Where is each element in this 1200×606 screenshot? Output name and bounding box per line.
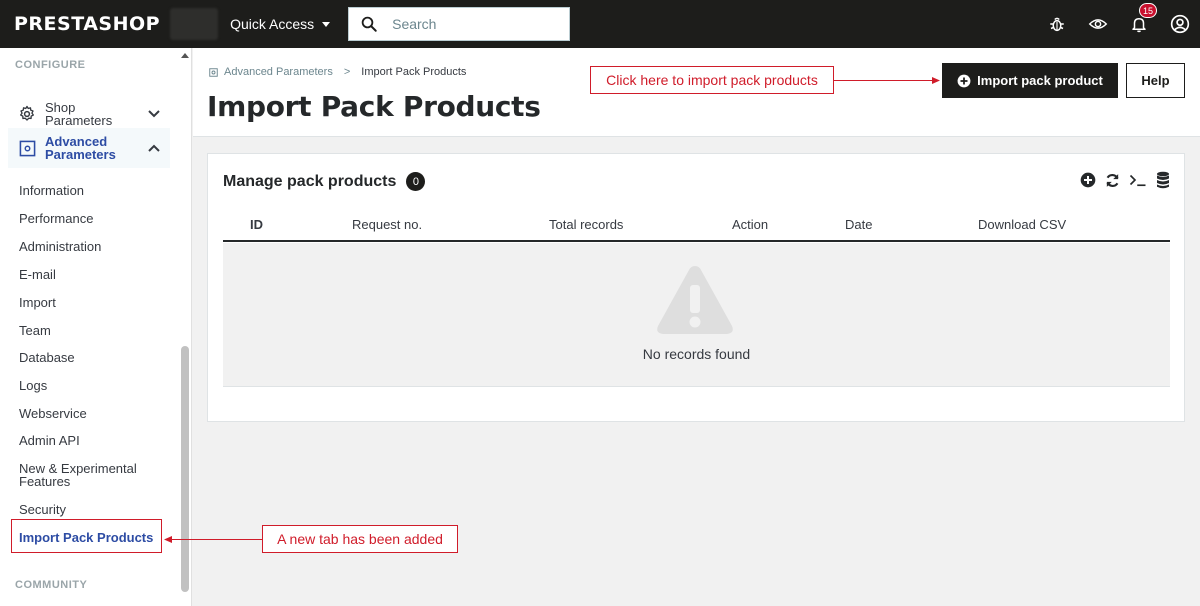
sidebar-item-label: Shop Parameters: [45, 100, 113, 128]
gear-icon: [18, 105, 36, 123]
table-header: ID Request no. Total records Action Date…: [223, 207, 1170, 242]
chevron-down-icon: [148, 105, 160, 123]
sidebar-item-import-pack-products[interactable]: Import Pack Products: [19, 531, 153, 544]
caret-down-icon: [322, 21, 331, 27]
sidebar-item-administration[interactable]: Administration: [19, 240, 101, 253]
card-toolbar: [1080, 171, 1171, 189]
sidebar-scrollbar[interactable]: [181, 346, 189, 592]
import-hint-arrow: [834, 80, 934, 81]
column-id[interactable]: ID: [250, 217, 263, 232]
new-tab-arrow: [170, 539, 262, 540]
column-download-csv[interactable]: Download CSV: [978, 217, 1066, 232]
settings-box-icon: [209, 67, 218, 77]
prestashop-logo[interactable]: PRESTASHOP: [14, 13, 160, 35]
arrow-head-icon: [932, 77, 940, 84]
empty-message: No records found: [642, 346, 751, 362]
sidebar-item-email[interactable]: E-mail: [19, 268, 56, 281]
warning-icon: [657, 266, 733, 334]
quick-access-label: Quick Access: [230, 16, 315, 32]
view-shop-button[interactable]: [1077, 0, 1118, 48]
column-action[interactable]: Action: [732, 217, 768, 232]
breadcrumb-current: Import Pack Products: [361, 66, 467, 78]
sidebar-item-performance[interactable]: Performance: [19, 212, 93, 225]
bug-icon: [1049, 17, 1064, 32]
new-tab-callout: A new tab has been added: [262, 525, 458, 553]
chevron-up-icon: [148, 139, 160, 157]
section-community: COMMUNITY: [15, 579, 88, 591]
user-circle-icon: [1170, 14, 1189, 34]
manage-pack-products-card: Manage pack products 0 ID Request no. To…: [207, 153, 1185, 422]
import-hint-callout: Click here to import pack products: [590, 66, 834, 94]
page-title: Import Pack Products: [207, 90, 541, 123]
sidebar-item-advanced-parameters[interactable]: Advanced Parameters: [8, 128, 170, 168]
section-configure: CONFIGURE: [15, 59, 86, 71]
empty-state: No records found: [223, 243, 1170, 387]
column-date[interactable]: Date: [845, 217, 872, 232]
record-count-badge: 0: [406, 172, 426, 191]
card-title-text: Manage pack products: [223, 172, 397, 190]
sidebar-item-logs[interactable]: Logs: [19, 379, 47, 392]
breadcrumb: Advanced Parameters > Import Pack Produc…: [209, 66, 466, 78]
sidebar-item-new-experimental-features[interactable]: New & Experimental Features: [19, 462, 159, 488]
sidebar-item-database[interactable]: Database: [19, 351, 75, 364]
notifications-button[interactable]: 15: [1118, 0, 1159, 48]
refresh-icon[interactable]: [1104, 172, 1121, 189]
sidebar-item-import[interactable]: Import: [19, 296, 56, 309]
column-request-no[interactable]: Request no.: [352, 217, 422, 232]
shop-name-blurred: [170, 8, 219, 40]
top-navbar: PRESTASHOP Quick Access 15: [0, 0, 1200, 48]
card-title: Manage pack products 0: [223, 172, 426, 191]
quick-access-dropdown[interactable]: Quick Access: [230, 16, 331, 32]
search-icon[interactable]: [360, 15, 378, 33]
import-button-label: Import pack product: [977, 73, 1103, 88]
sidebar-item-information[interactable]: Information: [19, 184, 84, 197]
help-button[interactable]: Help: [1126, 63, 1185, 98]
sidebar-item-team[interactable]: Team: [19, 324, 51, 337]
sidebar: CONFIGURE Shop Parameters Advanced Param…: [0, 48, 192, 606]
debug-mode-button[interactable]: [1036, 0, 1077, 48]
sidebar-item-admin-api[interactable]: Admin API: [19, 434, 80, 447]
search-box: [348, 7, 571, 41]
arrow-head-icon: [164, 536, 172, 543]
notification-badge: 15: [1139, 3, 1158, 18]
database-icon[interactable]: [1155, 171, 1171, 189]
account-button[interactable]: [1159, 0, 1200, 48]
sidebar-item-webservice[interactable]: Webservice: [19, 407, 87, 420]
import-pack-product-button[interactable]: Import pack product: [942, 63, 1118, 98]
search-input[interactable]: [392, 16, 553, 32]
add-icon[interactable]: [1080, 172, 1096, 188]
scroll-up-arrow-icon[interactable]: [181, 53, 189, 58]
settings-box-icon: [18, 139, 36, 157]
plus-circle-icon: [957, 74, 971, 87]
eye-icon: [1088, 19, 1107, 29]
column-total-records[interactable]: Total records: [549, 217, 623, 232]
sidebar-item-label: Advanced Parameters: [45, 134, 116, 162]
terminal-icon[interactable]: [1129, 172, 1147, 188]
sidebar-item-security[interactable]: Security: [19, 503, 66, 516]
breadcrumb-parent-link[interactable]: Advanced Parameters: [224, 66, 333, 78]
breadcrumb-separator: >: [343, 66, 351, 78]
